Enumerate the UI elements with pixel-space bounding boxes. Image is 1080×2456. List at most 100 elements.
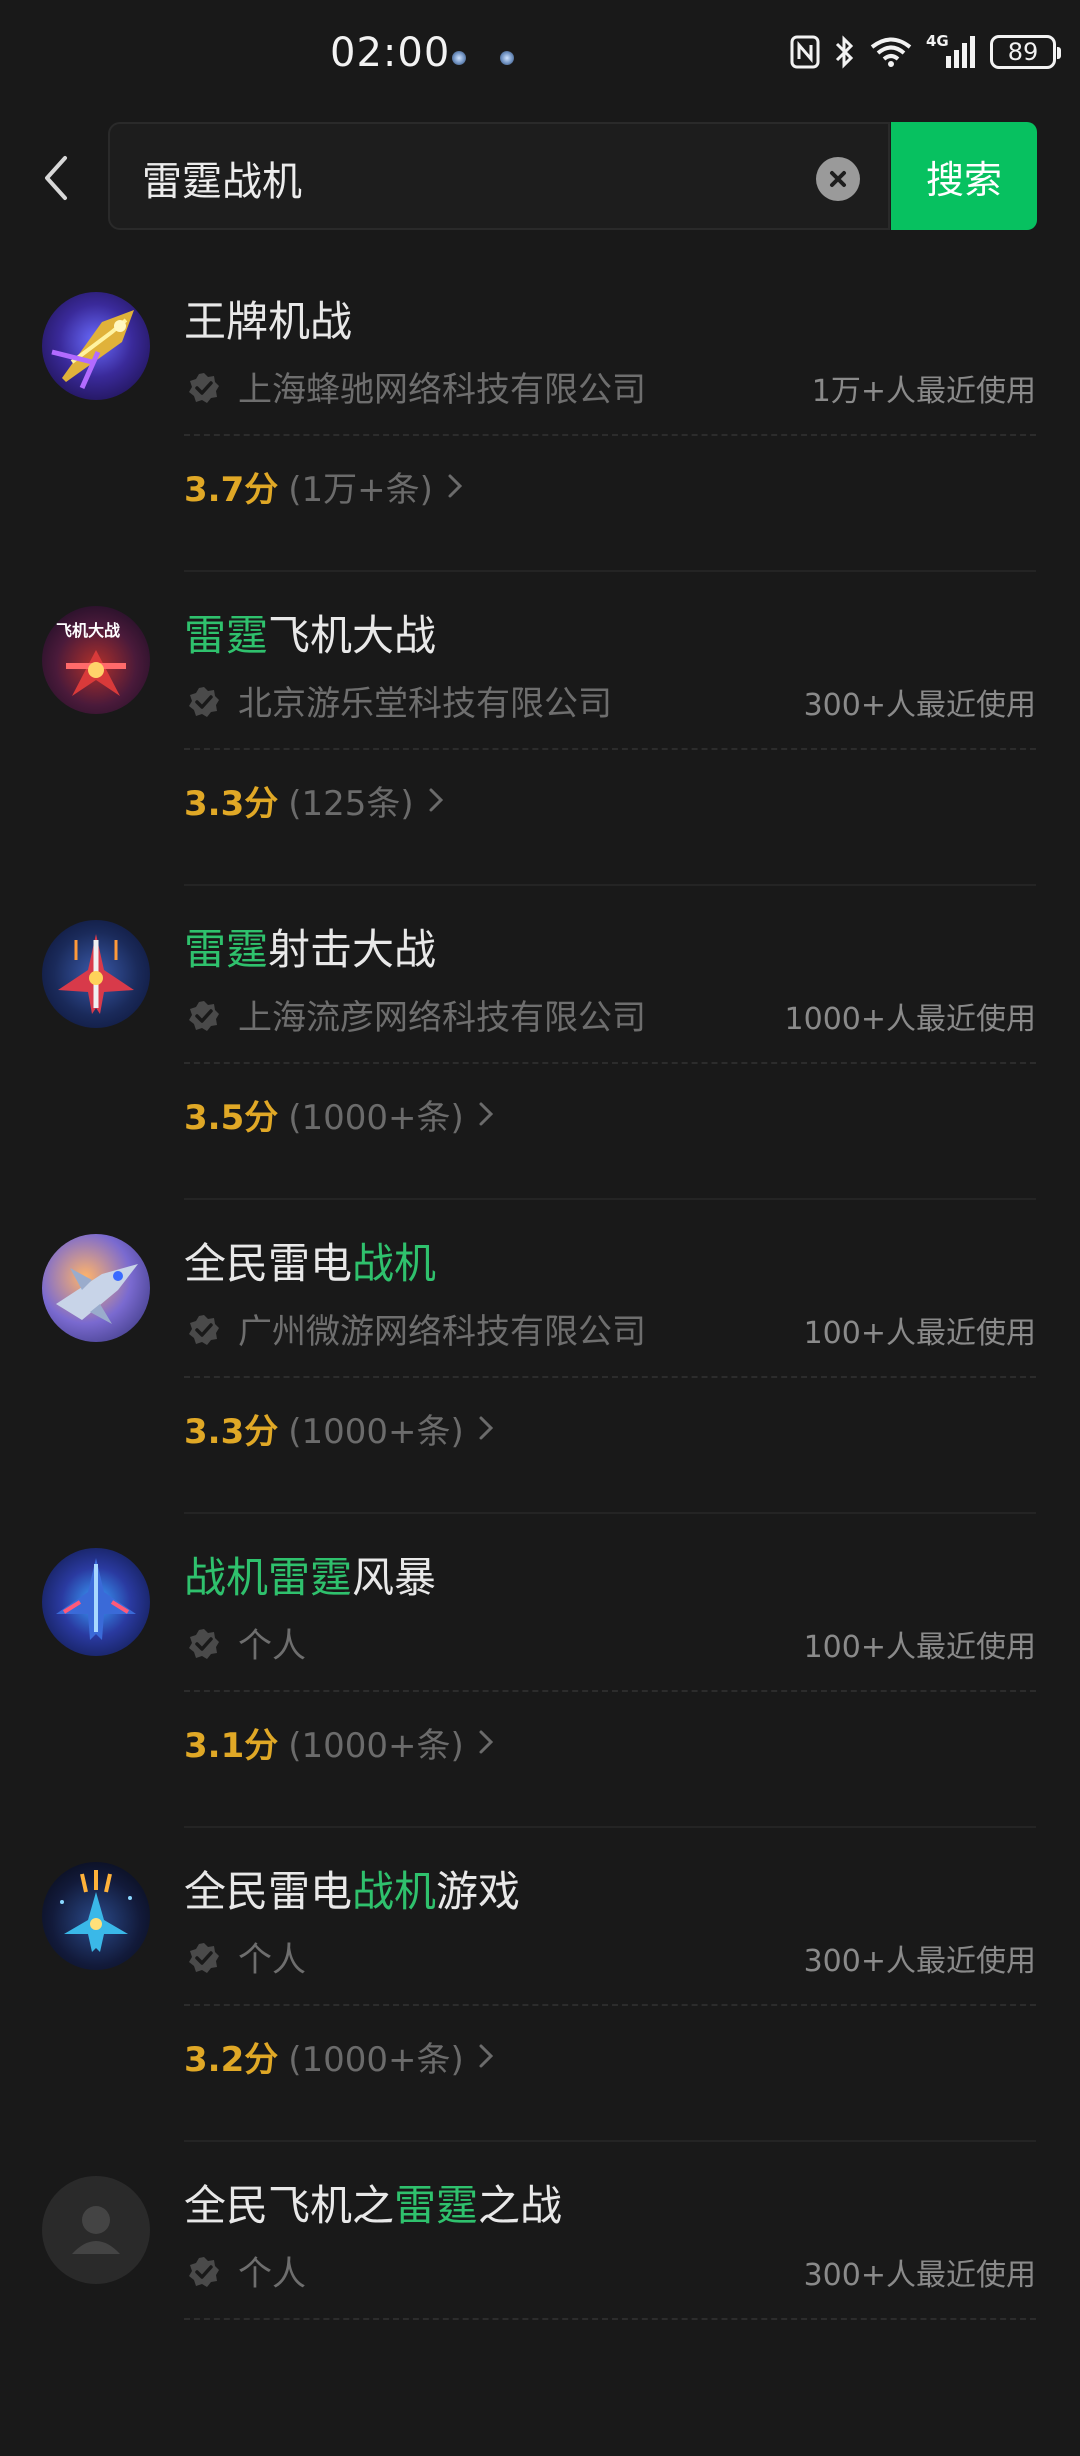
divider xyxy=(184,1376,1036,1378)
search-bar: 搜索 xyxy=(0,118,1080,238)
notification-dot-icon xyxy=(452,51,466,65)
app-avatar xyxy=(42,2176,150,2284)
space-fighter-jet-icon xyxy=(60,1870,132,1952)
company-row: 个人 100+人最近使用 xyxy=(184,1618,1036,1668)
developer-name: 上海流彦网络科技有限公司 xyxy=(238,998,646,1038)
app-name-part: 战机 xyxy=(352,1867,437,1916)
battery-icon: 89 xyxy=(990,35,1061,69)
rating-link[interactable]: 3.2分 (1000+条) xyxy=(184,2028,494,2084)
verified-icon xyxy=(189,1315,219,1345)
fighter-jet-logo-icon: 飞机大战 xyxy=(56,621,126,696)
list-item[interactable]: 全民雷电战机游戏 个人 300+人最近使用 3.2分 (1000+条) xyxy=(0,1828,1080,2142)
review-count: (1000+条) xyxy=(288,1725,464,1766)
developer-name: 个人 xyxy=(238,1626,306,1666)
verified-icon xyxy=(189,1001,219,1031)
usage-count: 300+人最近使用 xyxy=(803,1944,1036,1979)
app-name-part: 战机 xyxy=(352,1239,437,1288)
company-row: 个人 300+人最近使用 xyxy=(184,1932,1036,1982)
app-name: 战机雷霆风暴 xyxy=(184,1544,436,1605)
app-name: 雷霆飞机大战 xyxy=(184,602,436,663)
rating-score: 3.3分 xyxy=(184,1411,279,1452)
divider xyxy=(184,434,1036,436)
silver-fighter-jet-icon xyxy=(56,1264,138,1324)
app-name-part: 雷霆 xyxy=(184,611,269,660)
bluetooth-icon xyxy=(835,35,854,69)
app-name: 全民雷电战机游戏 xyxy=(184,1858,520,1919)
verified-icon xyxy=(189,2257,219,2287)
app-avatar xyxy=(42,1862,150,1970)
divider xyxy=(184,2318,1036,2320)
app-avatar xyxy=(42,292,150,400)
list-item[interactable]: 战机雷霆风暴 个人 100+人最近使用 3.1分 (1000+条) xyxy=(0,1514,1080,1828)
list-item[interactable]: 全民飞机之雷霆之战 个人 300+人最近使用 xyxy=(0,2142,1080,2456)
close-icon xyxy=(830,171,846,187)
search-input[interactable] xyxy=(140,146,784,210)
rating-link[interactable]: 3.1分 (1000+条) xyxy=(184,1714,494,1770)
review-count: (1000+条) xyxy=(288,1411,464,1452)
search-button[interactable]: 搜索 xyxy=(891,122,1037,230)
app-name-part: 雷霆 xyxy=(394,2181,479,2230)
verified-icon xyxy=(189,373,219,403)
rating-score: 3.5分 xyxy=(184,1097,279,1138)
clear-search-button[interactable] xyxy=(816,157,860,201)
results-list: 王牌机战 上海蜂驰网络科技有限公司 1万+人最近使用 3.7分 (1万+条) 飞… xyxy=(0,258,1080,2456)
app-name-part: 射击大战 xyxy=(268,925,437,974)
rating-score: 3.3分 xyxy=(184,783,279,824)
status-time: 02:00 xyxy=(330,30,451,76)
app-name: 全民飞机之雷霆之战 xyxy=(184,2172,562,2233)
app-avatar xyxy=(42,920,150,1028)
wifi-icon xyxy=(870,37,912,67)
developer-name: 广州微游网络科技有限公司 xyxy=(238,1312,646,1352)
rating-score: 3.2分 xyxy=(184,2039,279,2080)
usage-count: 300+人最近使用 xyxy=(803,688,1036,723)
app-name-part: 雷霆 xyxy=(184,925,269,974)
app-name: 全民雷电战机 xyxy=(184,1230,436,1291)
verified-icon xyxy=(189,687,219,717)
chevron-right-icon xyxy=(479,1416,493,1440)
notification-dot-icon xyxy=(500,51,514,65)
divider xyxy=(184,2004,1036,2006)
company-row: 广州微游网络科技有限公司 100+人最近使用 xyxy=(184,1304,1036,1354)
review-count: (1000+条) xyxy=(288,2039,464,2080)
chevron-left-icon xyxy=(45,156,67,200)
rating-link[interactable]: 3.3分 (1000+条) xyxy=(184,1400,494,1456)
back-button[interactable] xyxy=(30,145,80,211)
divider xyxy=(184,1690,1036,1692)
rating-score: 3.7分 xyxy=(184,469,279,510)
usage-count: 100+人最近使用 xyxy=(803,1630,1036,1665)
status-bar: 02:00 4G 89 xyxy=(0,0,1080,118)
app-name: 雷霆射击大战 xyxy=(184,916,436,977)
app-name-part: 风暴 xyxy=(352,1553,437,1602)
list-item[interactable]: 飞机大战 雷霆飞机大战 北京游乐堂科技有限公司 300+人最近使用 3.3分 (… xyxy=(0,572,1080,886)
rating-link[interactable]: 3.7分 (1万+条) xyxy=(184,458,463,514)
chevron-right-icon xyxy=(429,788,443,812)
nfc-icon xyxy=(790,35,820,69)
usage-count: 1万+人最近使用 xyxy=(811,374,1036,409)
chevron-right-icon xyxy=(479,1102,493,1126)
rating-link[interactable]: 3.3分 (125条) xyxy=(184,772,444,828)
company-row: 上海流彦网络科技有限公司 1000+人最近使用 xyxy=(184,990,1036,1040)
app-name-part: 之战 xyxy=(478,2181,563,2230)
company-row: 个人 300+人最近使用 xyxy=(184,2246,1036,2296)
developer-name: 个人 xyxy=(238,2254,306,2294)
list-item[interactable]: 王牌机战 上海蜂驰网络科技有限公司 1万+人最近使用 3.7分 (1万+条) xyxy=(0,258,1080,572)
battery-level: 89 xyxy=(1007,38,1039,66)
company-row: 北京游乐堂科技有限公司 300+人最近使用 xyxy=(184,676,1036,726)
fighter-jet-golden-icon xyxy=(51,310,134,390)
developer-name: 北京游乐堂科技有限公司 xyxy=(238,684,612,724)
app-name-part: 飞机大战 xyxy=(268,611,437,660)
red-fighter-jet-icon xyxy=(58,934,134,1014)
usage-count: 1000+人最近使用 xyxy=(784,1002,1036,1037)
signal-4g-icon: 4G xyxy=(926,32,976,70)
usage-count: 300+人最近使用 xyxy=(803,2258,1036,2293)
divider xyxy=(184,748,1036,750)
list-item[interactable]: 全民雷电战机 广州微游网络科技有限公司 100+人最近使用 3.3分 (1000… xyxy=(0,1200,1080,1514)
review-count: (1000+条) xyxy=(288,1097,464,1138)
blue-fighter-jet-icon xyxy=(56,1558,136,1640)
rating-link[interactable]: 3.5分 (1000+条) xyxy=(184,1086,494,1142)
app-name-part: 全民飞机之 xyxy=(184,2181,395,2230)
list-item[interactable]: 雷霆射击大战 上海流彦网络科技有限公司 1000+人最近使用 3.5分 (100… xyxy=(0,886,1080,1200)
review-count: (1万+条) xyxy=(288,469,433,510)
chevron-right-icon xyxy=(479,1730,493,1754)
usage-count: 100+人最近使用 xyxy=(803,1316,1036,1351)
